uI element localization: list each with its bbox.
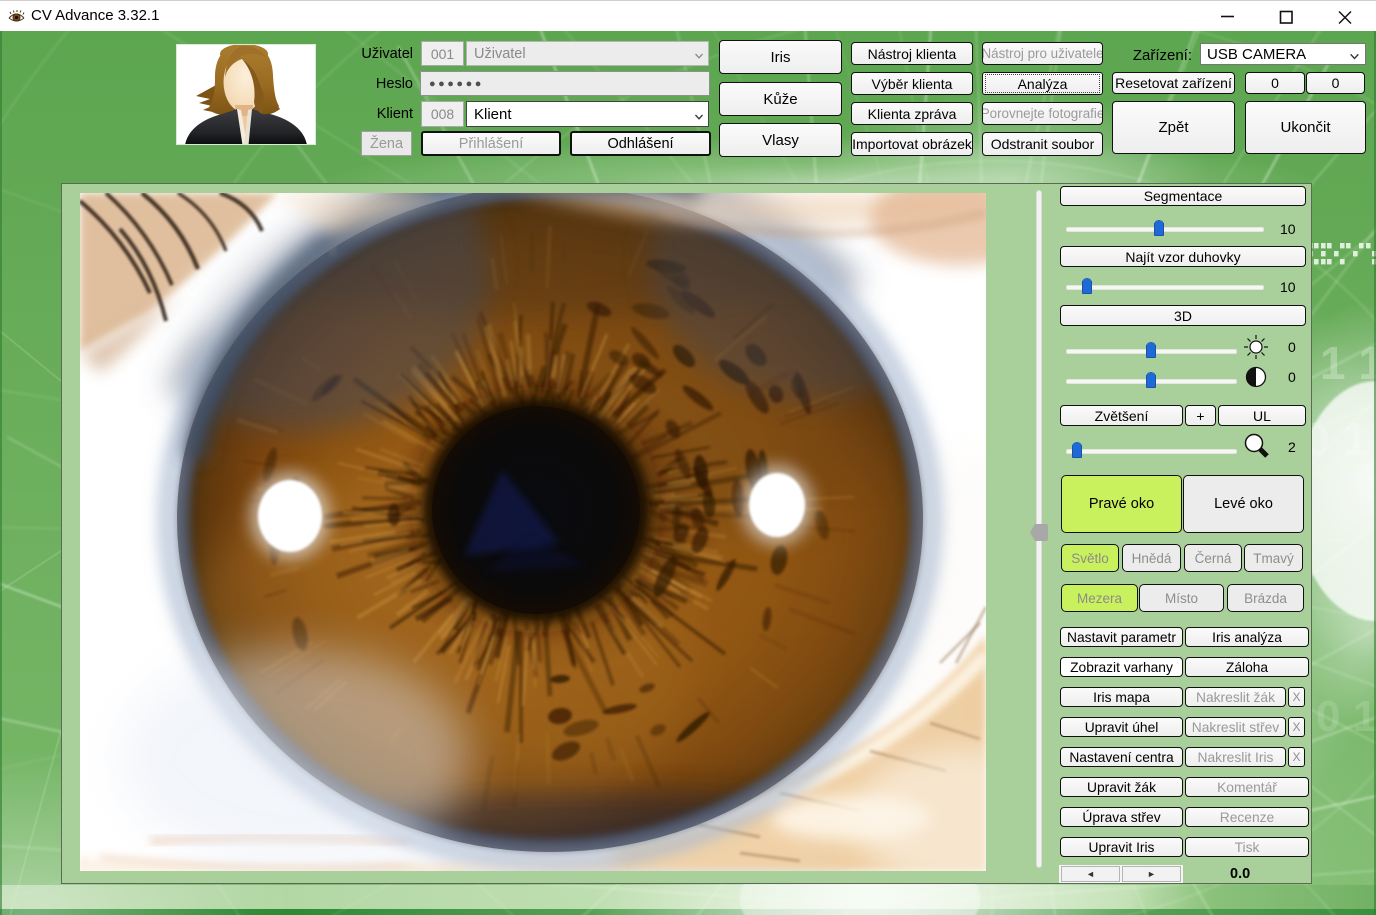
svg-text:0 1: 0 1 <box>1304 413 1368 465</box>
svg-text:0 1: 0 1 <box>1316 692 1376 741</box>
svg-text:1 1: 1 1 <box>1320 337 1376 389</box>
